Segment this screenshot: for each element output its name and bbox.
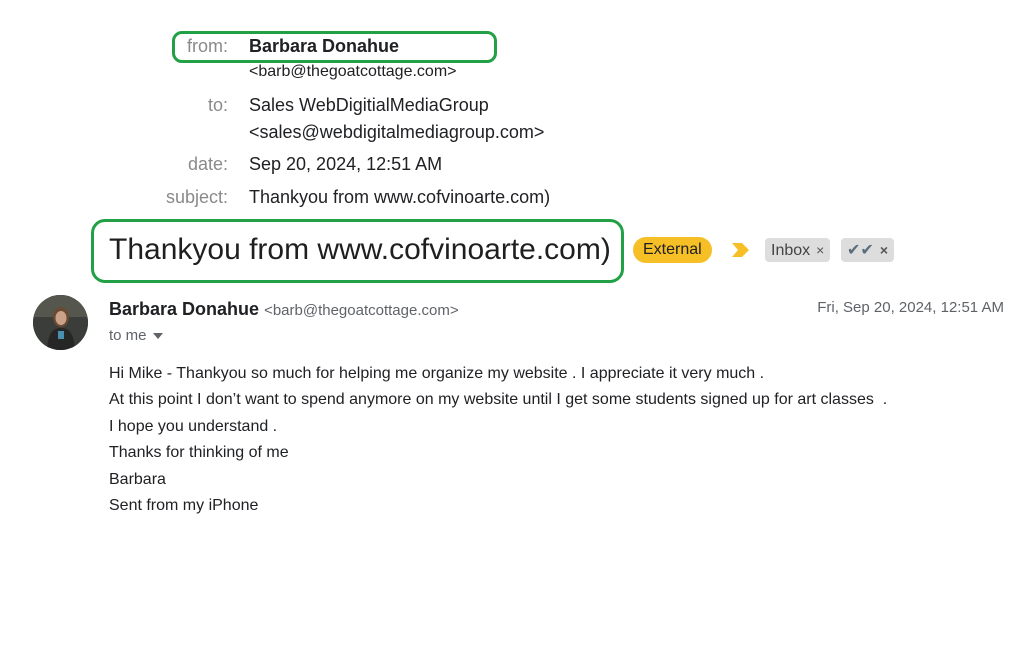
message-date: Fri, Sep 20, 2024, 12:51 AM: [817, 299, 1004, 316]
body-line: I hope you understand .: [109, 417, 278, 435]
to-label: to:: [207, 95, 228, 115]
to-email: <sales@webdigitalmediagroup.com>: [249, 122, 545, 142]
sender-avatar[interactable]: [33, 295, 88, 350]
external-badge: External: [633, 237, 712, 263]
remove-inbox-label-icon[interactable]: ×: [816, 242, 824, 258]
sender-name[interactable]: Barbara Donahue: [109, 299, 259, 319]
remove-checkmark-label-icon[interactable]: ×: [880, 242, 888, 258]
body-line: Sent from my iPhone: [109, 497, 259, 515]
email-page: from: Barbara Donahue <barb@thegoatcotta…: [0, 0, 1024, 665]
from-name: Barbara Donahue: [249, 36, 400, 56]
body-line: Thanks for thinking of me: [109, 444, 289, 462]
subject-value: Thankyou from www.cofvinoarte.com): [249, 187, 551, 207]
sender-line: Barbara Donahue <barb@thegoatcottage.com…: [109, 297, 459, 323]
body-line: At this point I don’t want to spend anym…: [109, 391, 888, 409]
subject-title: Thankyou from www.cofvinoarte.com): [109, 233, 611, 266]
checkmark-label-chip[interactable]: ✔✔ ×: [841, 238, 894, 262]
caret-down-icon: [152, 333, 163, 340]
checkmark-label: ✔✔: [847, 242, 874, 259]
date-value: Sep 20, 2024, 12:51 AM: [249, 154, 443, 174]
importance-marker-icon[interactable]: [732, 242, 750, 258]
body-line: Barbara: [109, 470, 166, 488]
to-me-label: to me: [109, 327, 147, 344]
body-line: Hi Mike - Thankyou so much for helping m…: [109, 365, 765, 382]
from-label: from:: [186, 36, 228, 56]
subject-label: subject:: [165, 187, 228, 207]
person-photo-icon: [33, 295, 88, 350]
date-label: date:: [187, 154, 228, 174]
inbox-label-chip[interactable]: Inbox ×: [765, 238, 831, 262]
message-body: Hi Mike - Thankyou so much for helping m…: [109, 361, 1009, 519]
to-name: Sales WebDigitialMediaGroup: [249, 95, 489, 115]
from-email: <barb@thegoatcottage.com>: [249, 63, 457, 80]
recipient-details-toggle[interactable]: to me: [109, 327, 163, 344]
sender-email: <barb@thegoatcottage.com>: [264, 302, 459, 319]
inbox-label: Inbox: [771, 242, 811, 259]
